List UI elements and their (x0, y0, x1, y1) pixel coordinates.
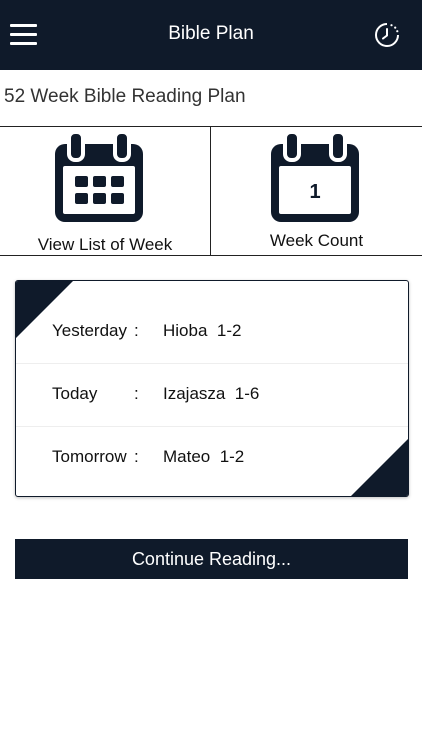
tile-row: View List of Week 1 Week Count (0, 126, 422, 256)
app-title: Bible Plan (168, 23, 254, 44)
reading-row-today[interactable]: Today : Izajasza 1-6 (16, 363, 408, 424)
reading-passage: Hioba 1-2 (163, 321, 242, 340)
week-number: 1 (309, 181, 320, 203)
reading-row-yesterday[interactable]: Yesterday : Hioba 1-2 (16, 301, 408, 361)
reading-row-tomorrow[interactable]: Tomorrow : Mateo 1-2 (16, 426, 408, 487)
calendar-number-icon: 1 (271, 132, 359, 222)
reading-day-label: Today (52, 384, 98, 403)
reading-day-label: Yesterday (52, 321, 127, 340)
reading-passage: Izajasza 1-6 (163, 384, 260, 403)
week-count-label: Week Count (269, 231, 364, 250)
top-app-bar: Bible Plan (0, 0, 422, 70)
view-list-of-week-tile[interactable]: View List of Week (0, 127, 211, 255)
view-list-of-week-label: View List of Week (37, 235, 173, 254)
history-clock-icon (375, 23, 399, 47)
continue-reading-button[interactable]: Continue Reading... (15, 539, 408, 579)
reading-separator: : (134, 447, 139, 466)
history-button[interactable] (374, 22, 400, 48)
reading-separator: : (134, 384, 139, 403)
plan-title: 52 Week Bible Reading Plan (4, 86, 246, 107)
week-count-tile[interactable]: 1 Week Count (211, 127, 422, 255)
reading-separator: : (134, 321, 139, 340)
reading-passage: Mateo 1-2 (163, 447, 245, 466)
readings-card: Yesterday : Hioba 1-2 Today : Izajasza 1… (15, 280, 409, 497)
calendar-grid-icon (55, 132, 143, 222)
reading-day-label: Tomorrow (52, 447, 127, 466)
